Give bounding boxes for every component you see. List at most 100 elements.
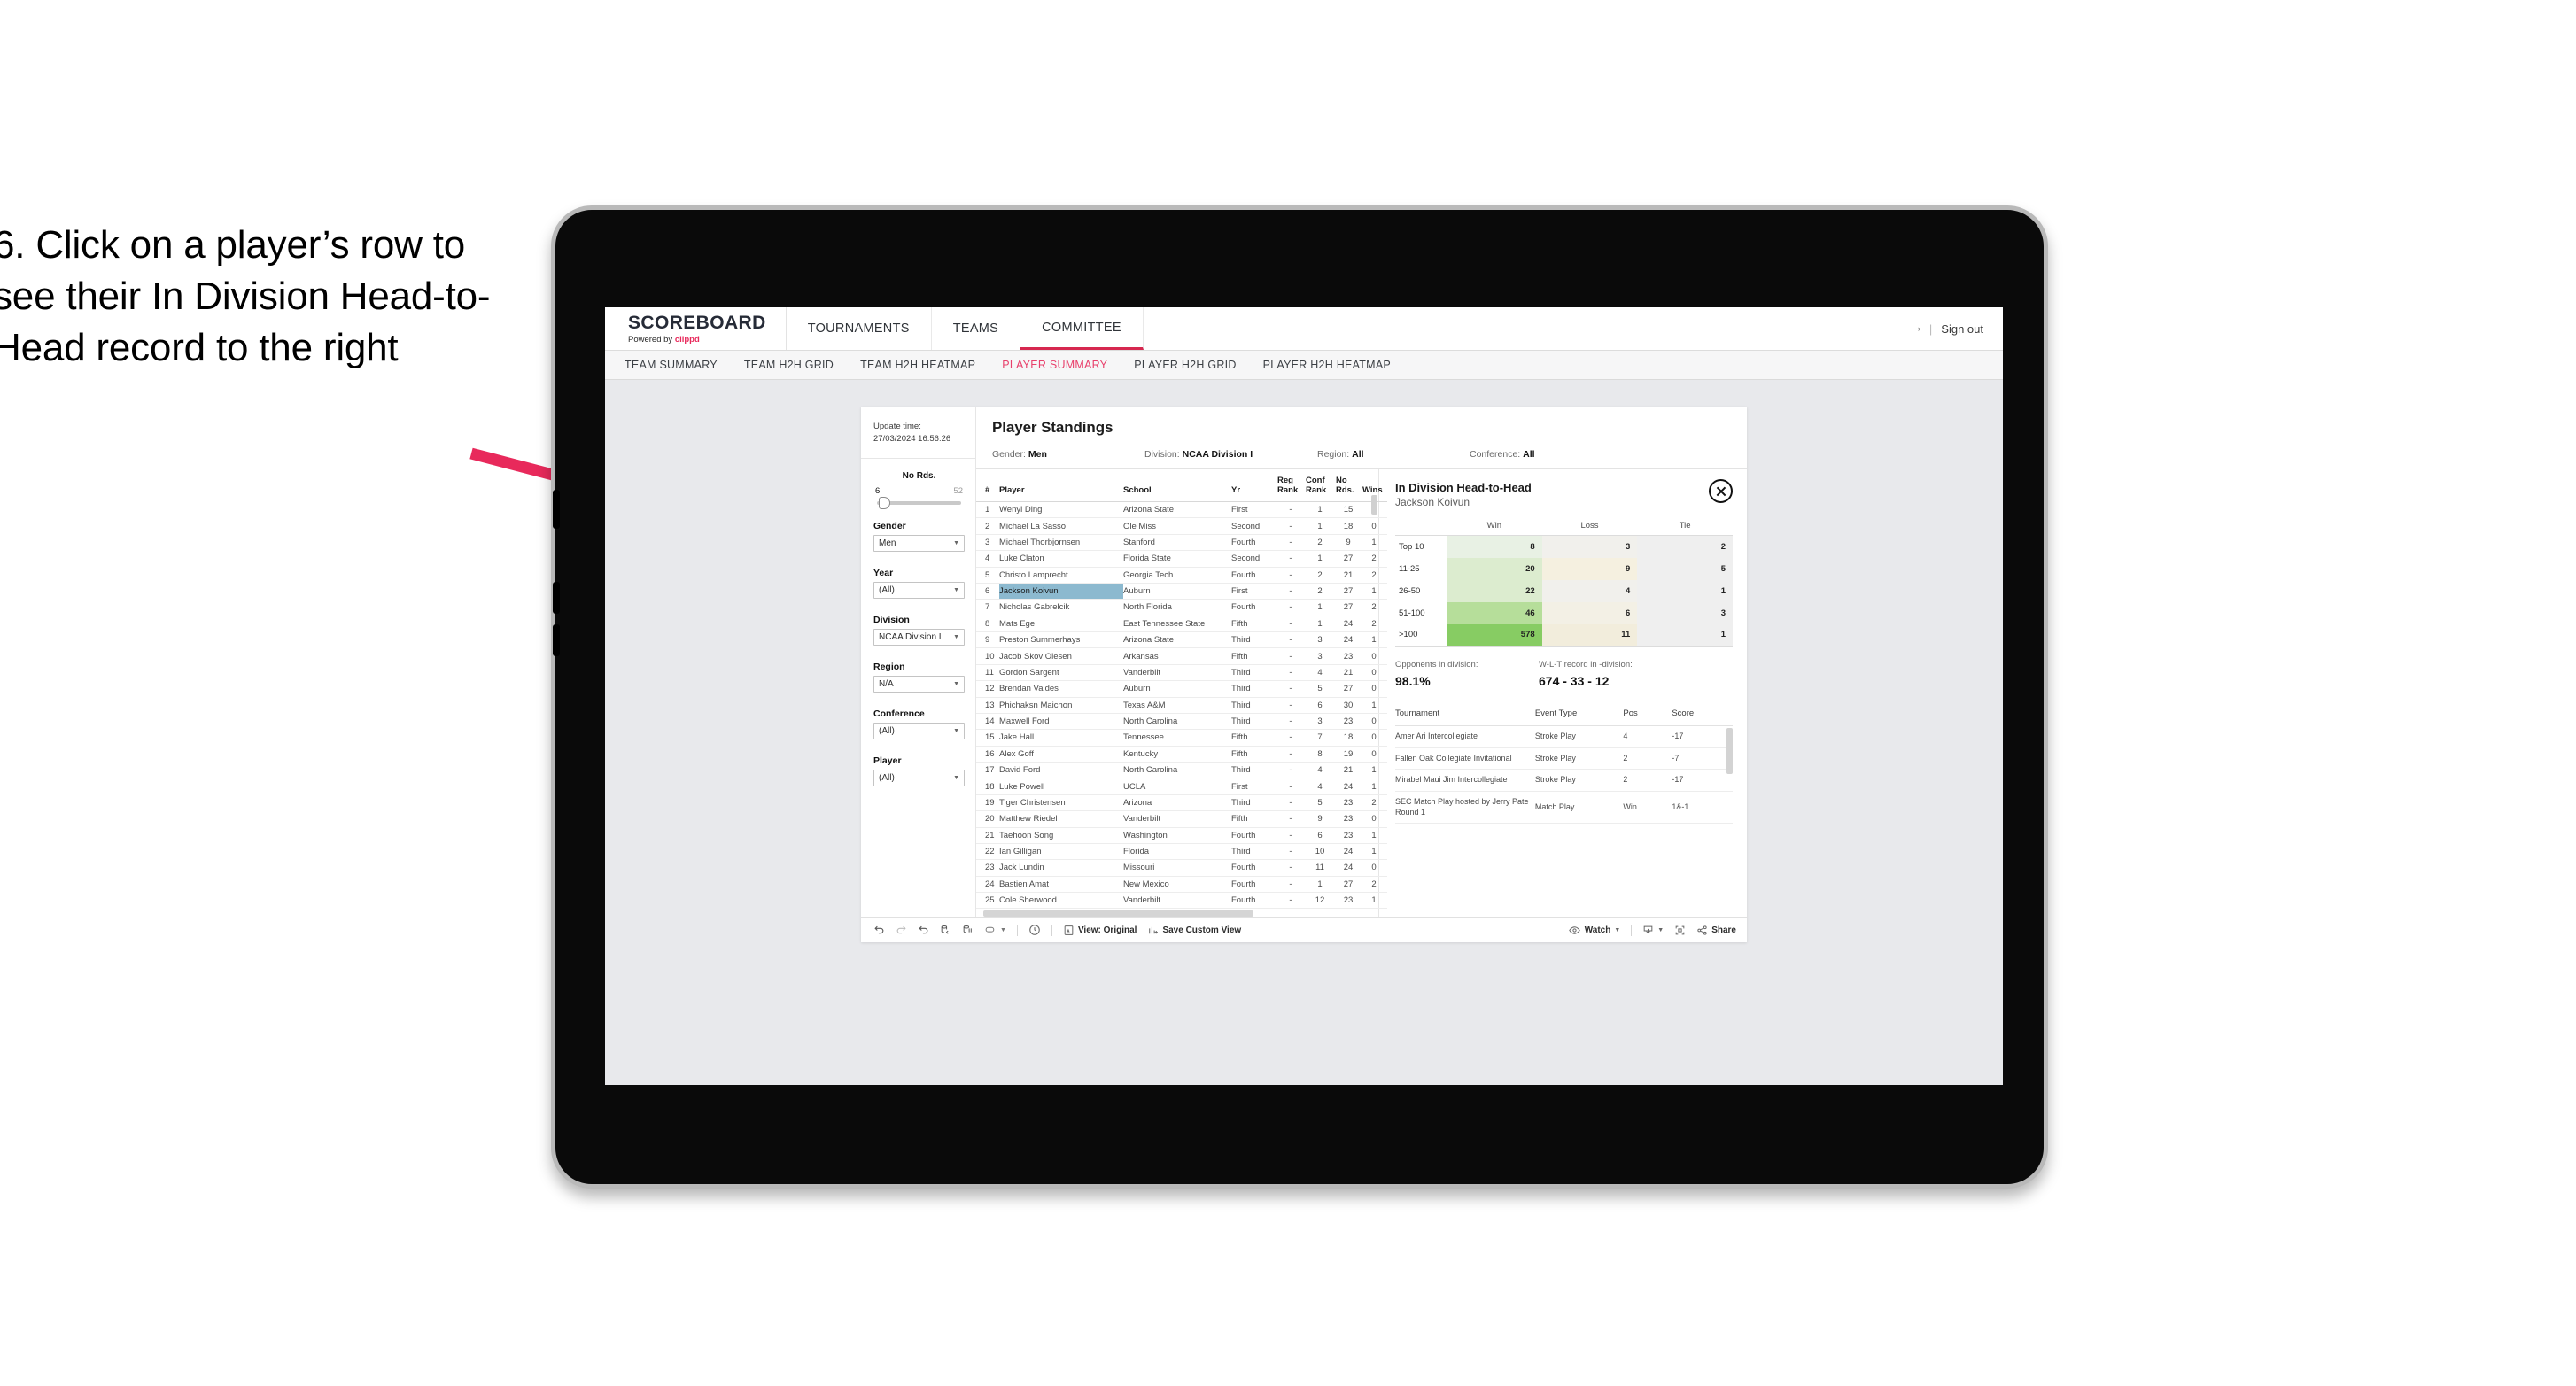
table-row[interactable]: 24 Bastien Amat New Mexico Fourth -1 27 2 [976, 876, 1387, 894]
table-row[interactable]: 7 Nicholas Gabrelcik North Florida Fourth -1… [976, 599, 1387, 616]
cell-player: Jake Hall [999, 729, 1123, 747]
standings-vertical-scrollbar[interactable] [1371, 495, 1377, 515]
cell-conf-rank: 12 [1306, 892, 1336, 910]
table-row[interactable]: 3 Michael Thorbjornsen Stanford Fourth -2 9 1 [976, 534, 1387, 552]
h2h-band-label: Top 10 [1399, 541, 1424, 552]
subnav-item-player-summary[interactable]: PLAYER SUMMARY [1002, 359, 1107, 371]
download-button[interactable]: ▼ [1642, 925, 1664, 936]
col-school[interactable]: School [1123, 469, 1231, 502]
subnav-item-team-h2h-grid[interactable]: TEAM H2H GRID [744, 359, 834, 371]
table-row[interactable]: 12 Brendan Valdes Auburn Third -5 27 0 [976, 680, 1387, 698]
filter-select-region[interactable]: N/A ▼ [873, 675, 965, 693]
fullscreen-icon[interactable] [1674, 925, 1686, 936]
cell-reg-rank: - [1277, 567, 1306, 584]
filter-select-year[interactable]: (All) ▼ [873, 581, 965, 599]
no-rounds-slider-track[interactable] [877, 496, 961, 509]
table-row[interactable]: 21 Taehoon Song Washington Fourth -6 23 1 [976, 827, 1387, 844]
table-row[interactable]: 18 Luke Powell UCLA First -4 24 1 [976, 778, 1387, 795]
topnav-item-committee[interactable]: COMMITTEE [1020, 307, 1144, 350]
share-button[interactable]: Share [1696, 925, 1736, 936]
cell-rank: 17 [976, 762, 999, 779]
sign-out-link[interactable]: Sign out [1941, 322, 1983, 336]
cell-no-rds: 30 [1336, 697, 1362, 714]
table-row[interactable]: 11 Gordon Sargent Vanderbilt Third -4 21 0 [976, 664, 1387, 682]
tournament-row[interactable]: SEC Match Play hosted by Jerry Pate Roun… [1395, 791, 1733, 825]
table-row[interactable]: 4 Luke Claton Florida State Second -1 27 2 [976, 550, 1387, 568]
cell-no-rds: 24 [1336, 859, 1362, 877]
table-row[interactable]: 17 David Ford North Carolina Third -4 21 1 [976, 762, 1387, 779]
cell-no-rds: 23 [1336, 810, 1362, 828]
tournament-list-wrap: Tournament Event Type Pos Score Amer Ari… [1395, 701, 1733, 825]
table-row[interactable]: 13 Phichaksn Maichon Texas A&M Third -6 30 1 [976, 697, 1387, 714]
cell-rank: 15 [976, 729, 999, 747]
table-row[interactable]: 8 Mats Ege East Tennessee State Fifth -1 24 2 [976, 616, 1387, 633]
table-row[interactable]: 6 Jackson Koivun Auburn First -2 27 1 [976, 583, 1387, 600]
table-row[interactable]: 1Wenyi DingArizona StateFirst-1151 [976, 501, 1387, 519]
close-circle-icon[interactable] [1709, 479, 1733, 503]
tournament-scrollbar[interactable] [1726, 728, 1733, 774]
topnav-item-teams[interactable]: TEAMS [932, 307, 1021, 350]
cell-school: Tennessee [1123, 729, 1231, 747]
revert-icon[interactable] [918, 925, 929, 936]
save-custom-view-label: Save Custom View [1162, 925, 1242, 935]
watch-button[interactable]: Watch ▼ [1568, 925, 1620, 936]
pause-data-icon[interactable] [962, 925, 974, 936]
col-no-rds[interactable]: No Rds. [1336, 469, 1362, 502]
cell-no-rds: 27 [1336, 550, 1362, 568]
table-row[interactable]: 25 Cole Sherwood Vanderbilt Fourth -12 23 1 [976, 892, 1387, 910]
view-original-button[interactable]: View: Original [1063, 925, 1137, 936]
cell-reg-rank: - [1277, 550, 1306, 568]
cell-school: North Carolina [1123, 713, 1231, 731]
table-row[interactable]: 2 Michael La Sasso Ole Miss Second -1 18 0 [976, 517, 1387, 535]
cell-yr: Third [1231, 680, 1277, 698]
tournament-header-row: Tournament Event Type Pos Score [1395, 701, 1733, 726]
h2h-row: 51-100 46 6 3 [1395, 601, 1733, 624]
table-row[interactable]: 19 Tiger Christensen Arizona Third -5 23 2 [976, 794, 1387, 812]
col-yr[interactable]: Yr [1231, 469, 1277, 502]
cell-pos: Win [1623, 791, 1672, 825]
table-row[interactable]: 15 Jake Hall Tennessee Fifth -7 18 0 [976, 729, 1387, 747]
cell-no-rds: 27 [1336, 680, 1362, 698]
cell-conf-rank: 4 [1306, 762, 1336, 779]
cell-school: North Carolina [1123, 762, 1231, 779]
tournament-row[interactable]: Mirabel Maui Jim Intercollegiate Stroke P… [1395, 769, 1733, 793]
subnav-item-player-h2h-grid[interactable]: PLAYER H2H GRID [1134, 359, 1236, 371]
subnav-item-team-summary[interactable]: TEAM SUMMARY [625, 359, 718, 371]
app-topbar: SCOREBOARD Powered by clippd TOURNAMENTS… [605, 307, 2003, 351]
h2h-row: 26-50 22 4 1 [1395, 579, 1733, 602]
no-rounds-slider-handle[interactable] [879, 496, 890, 509]
pause-auto-update-icon[interactable]: ▼ [984, 925, 1006, 936]
table-row[interactable]: 22 Ian Gilligan Florida Third -10 24 1 [976, 843, 1387, 861]
filter-select-player[interactable]: (All) ▼ [873, 769, 965, 786]
table-row[interactable]: 20 Matthew Riedel Vanderbilt Fifth -9 23 0 [976, 810, 1387, 828]
filter-select-division[interactable]: NCAA Division I ▼ [873, 628, 965, 646]
table-row[interactable]: 16 Alex Goff Kentucky Fifth -8 19 0 [976, 746, 1387, 763]
table-row[interactable]: 5 Christo Lamprecht Georgia Tech Fourth -2 21… [976, 567, 1387, 584]
cell-reg-rank: - [1277, 746, 1306, 763]
cell-rank: 2 [976, 517, 999, 535]
undo-icon[interactable] [873, 925, 885, 936]
subnav-item-team-h2h-heatmap[interactable]: TEAM H2H HEATMAP [860, 359, 975, 371]
tournament-row[interactable]: Amer Ari Intercollegiate Stroke Play 4 -17 [1395, 725, 1733, 748]
col-rank[interactable]: # [976, 469, 999, 502]
clock-icon[interactable] [1028, 924, 1041, 936]
table-row[interactable]: 10 Jacob Skov Olesen Arkansas Fifth -3 23 0 [976, 647, 1387, 665]
topnav-item-tournaments[interactable]: TOURNAMENTS [787, 307, 932, 350]
filter-select-gender[interactable]: Men ▼ [873, 534, 965, 552]
tournament-row[interactable]: Fallen Oak Collegiate Invitational Stroke… [1395, 747, 1733, 770]
table-row[interactable]: 9 Preston Summerhays Arizona State Third -3 2… [976, 631, 1387, 649]
col-conf-rank[interactable]: Conf Rank [1306, 469, 1336, 502]
refresh-data-icon[interactable] [940, 925, 951, 936]
standings-horizontal-scrollbar[interactable] [976, 909, 1378, 918]
save-custom-view-button[interactable]: Save Custom View [1147, 925, 1241, 936]
col-player[interactable]: Player [999, 469, 1123, 502]
cell-reg-rank: - [1277, 762, 1306, 779]
redo-icon[interactable] [896, 925, 907, 936]
cell-yr: First [1231, 583, 1277, 600]
cell-school: North Florida [1123, 599, 1231, 616]
col-reg-rank[interactable]: Reg Rank [1277, 469, 1306, 502]
subnav-item-player-h2h-heatmap[interactable]: PLAYER H2H HEATMAP [1263, 359, 1391, 371]
table-row[interactable]: 23 Jack Lundin Missouri Fourth -11 24 0 [976, 859, 1387, 877]
table-row[interactable]: 14 Maxwell Ford North Carolina Third -3 23 0 [976, 713, 1387, 731]
filter-select-conference[interactable]: (All) ▼ [873, 722, 965, 739]
